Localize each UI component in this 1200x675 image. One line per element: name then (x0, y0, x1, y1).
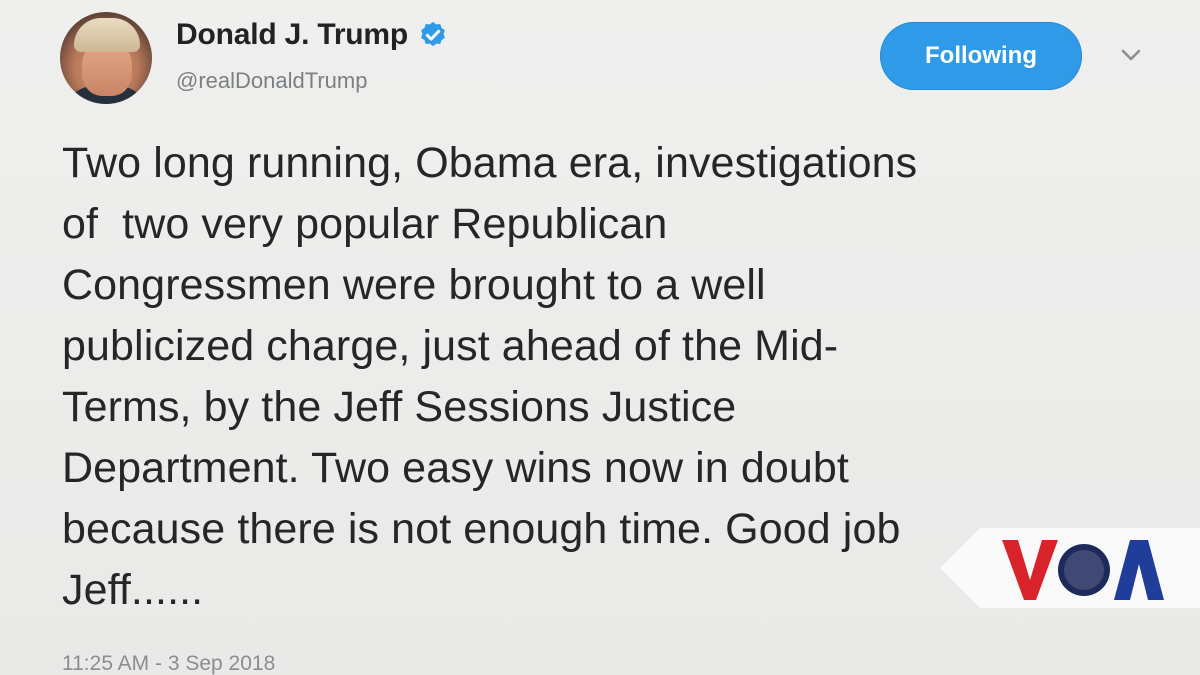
following-button[interactable]: Following (880, 22, 1082, 90)
tweet-text-line: of two very popular Republican (62, 200, 668, 248)
chevron-down-icon[interactable] (1118, 46, 1144, 64)
tweet-card: Donald J. Trump @realDonaldTrump Followi… (0, 0, 1200, 675)
author-name-row: Donald J. Trump (176, 18, 448, 52)
user-handle[interactable]: @realDonaldTrump (176, 68, 367, 94)
voa-logo-watermark (940, 528, 1200, 608)
tweet-text-line: Two long running, Obama era, investigati… (62, 139, 918, 187)
tweet-text-line: Congressmen were brought to a well (62, 261, 766, 309)
avatar[interactable] (60, 12, 152, 104)
avatar-hair (74, 18, 140, 52)
tweet-timestamp[interactable]: 11:25 AM - 3 Sep 2018 (62, 652, 275, 675)
tweet-text-line: Terms, by the Jeff Sessions Justice (62, 383, 737, 431)
verified-badge-icon (421, 21, 445, 47)
display-name[interactable]: Donald J. Trump (176, 18, 408, 52)
tweet-text-line: publicized charge, just ahead of the Mid… (62, 322, 839, 370)
tweet-text-line: Department. Two easy wins now in doubt (62, 444, 849, 492)
